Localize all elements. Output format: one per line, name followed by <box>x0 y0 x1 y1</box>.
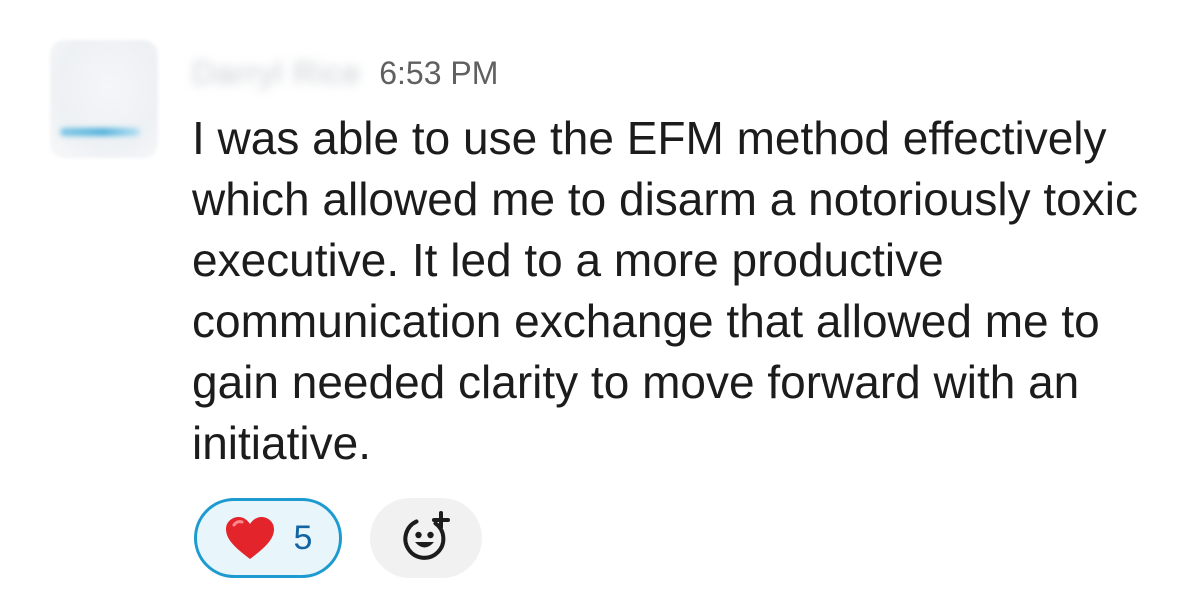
reaction-heart-button[interactable]: 5 <box>194 498 342 578</box>
message-text: I was able to use the EFM method effecti… <box>192 112 1138 469</box>
red-heart-icon <box>225 517 274 559</box>
avatar-image-detail <box>60 128 140 136</box>
reaction-count: 5 <box>293 518 313 557</box>
message-header: Darryl Rice 6:53 PM <box>192 55 498 92</box>
avatar[interactable] <box>50 40 158 158</box>
add-emoji-icon <box>403 511 450 560</box>
sender-name[interactable]: Darryl Rice <box>192 55 361 92</box>
add-reaction-button[interactable] <box>370 498 482 578</box>
timestamp[interactable]: 6:53 PM <box>379 55 498 92</box>
